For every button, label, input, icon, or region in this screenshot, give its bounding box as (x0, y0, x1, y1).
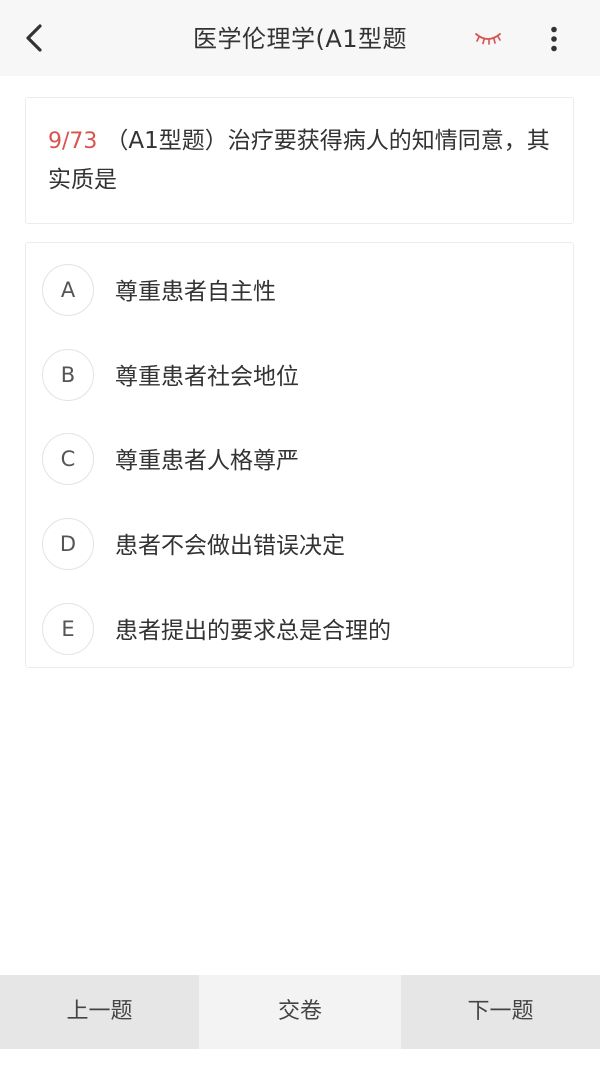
bottom-safe-area (0, 1049, 600, 1066)
option-text: 患者不会做出错误决定 (115, 533, 345, 559)
hide-answer-button[interactable] (468, 24, 508, 54)
top-bar: 医学伦理学(A1型题 (0, 0, 600, 76)
option-text: 患者提出的要求总是合理的 (115, 618, 391, 644)
option-letter: B (42, 349, 94, 401)
quiz-screen: 医学伦理学(A1型题 9/73 （A1型题）治疗要获得病人的知情同意，其实质是 A (0, 0, 600, 1066)
option-c[interactable]: C 尊重患者人格尊严 (26, 417, 573, 497)
option-letter: D (42, 518, 94, 570)
back-button[interactable] (14, 18, 54, 58)
option-b[interactable]: B 尊重患者社会地位 (26, 333, 573, 413)
option-letter: E (42, 603, 94, 655)
question-stem: 9/73 （A1型题）治疗要获得病人的知情同意，其实质是 (48, 122, 560, 199)
next-question-button[interactable]: 下一题 (401, 975, 600, 1049)
question-counter: 9/73 (48, 129, 98, 154)
option-d[interactable]: D 患者不会做出错误决定 (26, 502, 573, 582)
more-vertical-icon (551, 26, 557, 52)
question-text: （A1型题）治疗要获得病人的知情同意，其实质是 (48, 128, 550, 193)
option-text: 尊重患者自主性 (115, 279, 276, 305)
option-text: 尊重患者社会地位 (115, 364, 299, 390)
more-options-button[interactable] (536, 20, 572, 58)
question-card: 9/73 （A1型题）治疗要获得病人的知情同意，其实质是 (25, 97, 574, 224)
option-letter: A (42, 264, 94, 316)
option-e[interactable]: E 患者提出的要求总是合理的 (26, 587, 573, 667)
chevron-left-icon (26, 24, 42, 52)
page-title: 医学伦理学(A1型题 (192, 25, 408, 53)
options-list: A 尊重患者自主性 B 尊重患者社会地位 C 尊重患者人格尊严 D 患者不会做出… (25, 242, 574, 668)
closed-eye-icon (475, 33, 501, 45)
submit-exam-button[interactable]: 交卷 (199, 975, 401, 1049)
option-a[interactable]: A 尊重患者自主性 (26, 248, 573, 328)
previous-question-button[interactable]: 上一题 (0, 975, 199, 1049)
bottom-nav-bar: 上一题 交卷 下一题 (0, 975, 600, 1049)
option-letter: C (42, 433, 94, 485)
option-text: 尊重患者人格尊严 (115, 448, 299, 474)
